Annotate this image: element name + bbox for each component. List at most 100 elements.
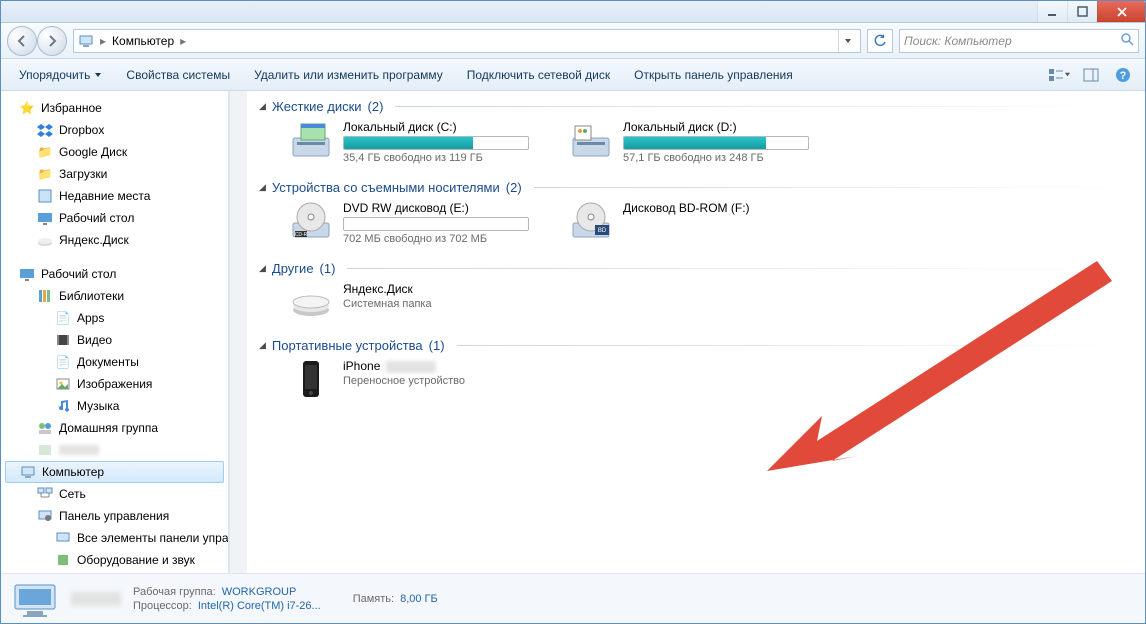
section-hdd: ◢ Жесткие диски (2) Локальный диск (C:) … [259,99,1133,164]
section-portable: ◢ Портативные устройства (1) iPhone П [259,338,1133,399]
svg-text:?: ? [1120,70,1127,82]
sidebar-item-hardware[interactable]: Оборудование и звук [1,549,228,571]
sidebar-item-documents[interactable]: 📄Документы [1,351,228,373]
breadcrumb-root[interactable]: Компьютер [108,34,178,48]
sidebar-item-dropbox[interactable]: Dropbox [1,119,228,141]
user-icon [37,442,53,458]
drive-d-bar [623,136,809,150]
help-button[interactable]: ? [1109,63,1137,87]
workgroup-label: Рабочая группа: [133,586,216,598]
drive-d-status: 57,1 ГБ свободно из 248 ГБ [623,152,809,164]
music-icon [55,398,71,414]
iphone-icon [289,359,333,399]
memory-label: Память: [353,593,394,605]
sidebar-computer[interactable]: Компьютер [5,461,224,483]
preview-pane-button[interactable] [1077,63,1105,87]
collapse-icon: ◢ [259,263,266,274]
section-hdd-header[interactable]: ◢ Жесткие диски (2) [259,99,1133,114]
system-properties-button[interactable]: Свойства системы [116,64,240,86]
drive-e-bar [343,217,529,231]
drive-e[interactable]: CD-R DVD RW дисковод (E:) 702 МБ свободн… [289,201,529,245]
svg-text:CD-R: CD-R [295,232,308,238]
minimize-button[interactable] [1037,1,1067,22]
organize-button[interactable]: Упорядочить [9,64,112,86]
drive-yandex-label: Яндекс.Диск [343,282,529,296]
view-mode-button[interactable] [1045,63,1073,87]
folder-icon: 📁 [37,166,53,182]
address-bar[interactable]: ▸ Компьютер ▸ [73,29,861,53]
recent-icon [37,188,53,204]
refresh-button[interactable] [867,29,893,53]
sidebar-item-music[interactable]: Музыка [1,395,228,417]
back-button[interactable] [7,26,37,56]
map-drive-button[interactable]: Подключить сетевой диск [457,64,620,86]
drive-c-bar [343,136,529,150]
main-pane: ◢ Жесткие диски (2) Локальный диск (C:) … [247,91,1145,573]
sidebar-desktop[interactable]: Рабочий стол [1,263,228,285]
sidebar-item-yandexdisk[interactable]: Яндекс.Диск [1,229,228,251]
sidebar-item-all-cp[interactable]: Все элементы панели управле [1,527,228,549]
drive-c-label: Локальный диск (C:) [343,120,529,134]
sidebar-scrollbar[interactable] [229,91,247,573]
address-dropdown[interactable] [838,30,856,52]
desktop-icon [19,266,35,282]
sidebar-item-apps[interactable]: 📄Apps [1,307,228,329]
sidebar-item-googledrive[interactable]: 📁Google Диск [1,141,228,163]
network-icon [37,486,53,502]
drive-yandex[interactable]: Яндекс.Диск Системная папка [289,282,529,322]
computer-icon [11,579,59,619]
sidebar-item-recent[interactable]: Недавние места [1,185,228,207]
blurred-name [71,592,121,606]
drive-iphone-label: iPhone [343,359,380,373]
drive-f[interactable]: BD Дисковод BD-ROM (F:) [569,201,809,245]
uninstall-button[interactable]: Удалить или изменить программу [244,64,453,86]
sidebar-item-downloads[interactable]: 📁Загрузки [1,163,228,185]
drive-d[interactable]: Локальный диск (D:) 57,1 ГБ свободно из … [569,120,809,164]
bdrom-icon: BD [569,201,613,241]
drive-c[interactable]: Локальный диск (C:) 35,4 ГБ свободно из … [289,120,529,164]
close-button[interactable] [1097,1,1145,22]
controlpanel-icon [37,508,53,524]
video-icon [55,332,71,348]
apps-icon: 📄 [55,310,71,326]
section-other: ◢ Другие (1) Яндекс.Диск Системная папка [259,261,1133,322]
documents-icon: 📄 [55,354,71,370]
cp-icon [55,530,71,546]
search-placeholder: Поиск: Компьютер [904,34,1012,48]
sidebar-network[interactable]: Сеть [1,483,228,505]
sidebar-homegroup[interactable]: Домашняя группа [1,417,228,439]
section-portable-header[interactable]: ◢ Портативные устройства (1) [259,338,1133,353]
dropbox-icon [37,122,53,138]
search-input[interactable]: Поиск: Компьютер [899,29,1139,53]
sidebar-favorites[interactable]: ⭐Избранное [1,97,228,119]
sidebar-controlpanel[interactable]: Панель управления [1,505,228,527]
drive-f-label: Дисковод BD-ROM (F:) [623,201,809,215]
libraries-icon [37,288,53,304]
cpu-value: Intel(R) Core(TM) i7-26... [198,600,321,612]
forward-button[interactable] [37,26,67,56]
hdd-icon [289,120,333,160]
sidebar-item-videos[interactable]: Видео [1,329,228,351]
control-panel-button[interactable]: Открыть панель управления [624,64,803,86]
maximize-button[interactable] [1067,1,1097,22]
pictures-icon [55,376,71,392]
drive-iphone[interactable]: iPhone Переносное устройство [289,359,529,399]
section-removable-header[interactable]: ◢ Устройства со съемными носителями (2) [259,180,1133,195]
collapse-icon: ◢ [259,340,266,351]
sidebar-item-blurred[interactable] [1,439,228,461]
sidebar-item-pictures[interactable]: Изображения [1,373,228,395]
yandex-icon [37,232,53,248]
sidebar-item-desktop[interactable]: Рабочий стол [1,207,228,229]
section-other-header[interactable]: ◢ Другие (1) [259,261,1133,276]
sidebar-libraries[interactable]: Библиотеки [1,285,228,307]
cpu-label: Процессор: [133,600,192,612]
body: ⭐Избранное Dropbox 📁Google Диск 📁Загрузк… [1,91,1145,573]
computer-icon [78,33,94,49]
homegroup-icon [37,420,53,436]
breadcrumb-sep: ▸ [178,34,188,48]
computer-icon [20,464,36,480]
collapse-icon: ◢ [259,101,266,112]
memory-value: 8,00 ГБ [400,593,438,605]
yandex-disk-icon [289,282,333,322]
collapse-icon: ◢ [259,182,266,193]
